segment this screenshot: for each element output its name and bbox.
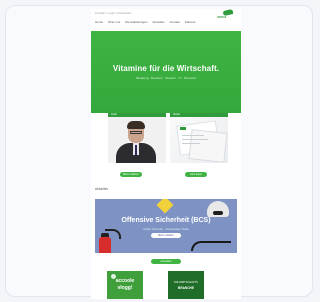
banner-cta-button[interactable]: Anmelden (151, 259, 181, 264)
banner-button-label: Mehr erfahren (158, 234, 174, 237)
security-banner[interactable]: Offensive Sicherheit (BCS) Cyber Securit… (95, 199, 237, 253)
tile-line2: vlogg! (117, 285, 133, 291)
banner-cta-label: Anmelden (160, 260, 172, 263)
helmet-visor (213, 211, 223, 215)
fire-extinguisher-icon (99, 237, 111, 253)
nav-item-contact[interactable]: Kontakt (170, 20, 180, 24)
hero-title: Vitamine für die Wirtschaft. (112, 64, 220, 73)
report-line (182, 143, 200, 144)
banner-button[interactable]: Mehr erfahren (151, 233, 181, 238)
top-bar: Kontakt | Login | Newsletter VERIAS (91, 9, 241, 19)
portrait-glasses (130, 131, 142, 134)
card-header-label: Team (111, 113, 118, 116)
tile-line2: BRANCHE (178, 286, 194, 290)
report-line (182, 135, 204, 136)
card-header-label: Studie (173, 113, 181, 116)
banner-title: Offensive Sicherheit (BCS) (121, 217, 211, 224)
nav-item-about[interactable]: Über uns (108, 20, 120, 24)
nav-item-home[interactable]: Home (95, 20, 103, 24)
team-card[interactable]: Team (108, 113, 166, 163)
webpage-preview[interactable]: Kontakt | Login | Newsletter VERIAS Home… (91, 9, 241, 299)
nav-item-services[interactable]: Dienstleistungen (125, 20, 147, 24)
tile-line1: accoole (115, 278, 135, 284)
hero-banner: Vitamine für die Wirtschaft. Beratung · … (91, 31, 241, 113)
nav-item-news[interactable]: Aktuelles (152, 20, 164, 24)
report-image (170, 117, 228, 163)
study-card-button[interactable]: Jetzt lesen (185, 172, 207, 177)
report-mark (180, 127, 186, 130)
tile-line1: DIE WIRTSCHAFTS (174, 281, 198, 284)
team-card-button-label: Mehr erfahren (123, 173, 139, 176)
team-card-button[interactable]: Mehr erfahren (120, 172, 142, 177)
top-links[interactable]: Kontakt | Login | Newsletter (95, 11, 132, 15)
warning-sign-icon (156, 199, 174, 214)
portrait-hair (127, 121, 145, 129)
logo-text[interactable]: VERIAS (217, 16, 226, 19)
main-navigation: Home Über uns Dienstleistungen Aktuelles… (95, 20, 195, 24)
study-card[interactable]: Studie (170, 113, 228, 163)
vlog-tile[interactable]: accoole vlogg! (107, 271, 143, 299)
banner-subtitle: Cyber Security · Penetration Tests (143, 227, 189, 231)
study-card-button-label: Jetzt lesen (190, 173, 202, 176)
hero-subtitle: Beratung · Revision · Steuern · IT · Per… (136, 76, 196, 80)
nav-item-careers[interactable]: Karriere (185, 20, 196, 24)
portrait-tie (135, 145, 137, 155)
portrait-image (108, 117, 166, 163)
report-line (182, 139, 208, 140)
leaf-logo-icon[interactable] (222, 9, 234, 16)
cable-hose (191, 241, 231, 251)
industry-tile[interactable]: DIE WIRTSCHAFTS BRANCHE (168, 271, 204, 299)
section-heading: Aktuelles (95, 187, 108, 191)
